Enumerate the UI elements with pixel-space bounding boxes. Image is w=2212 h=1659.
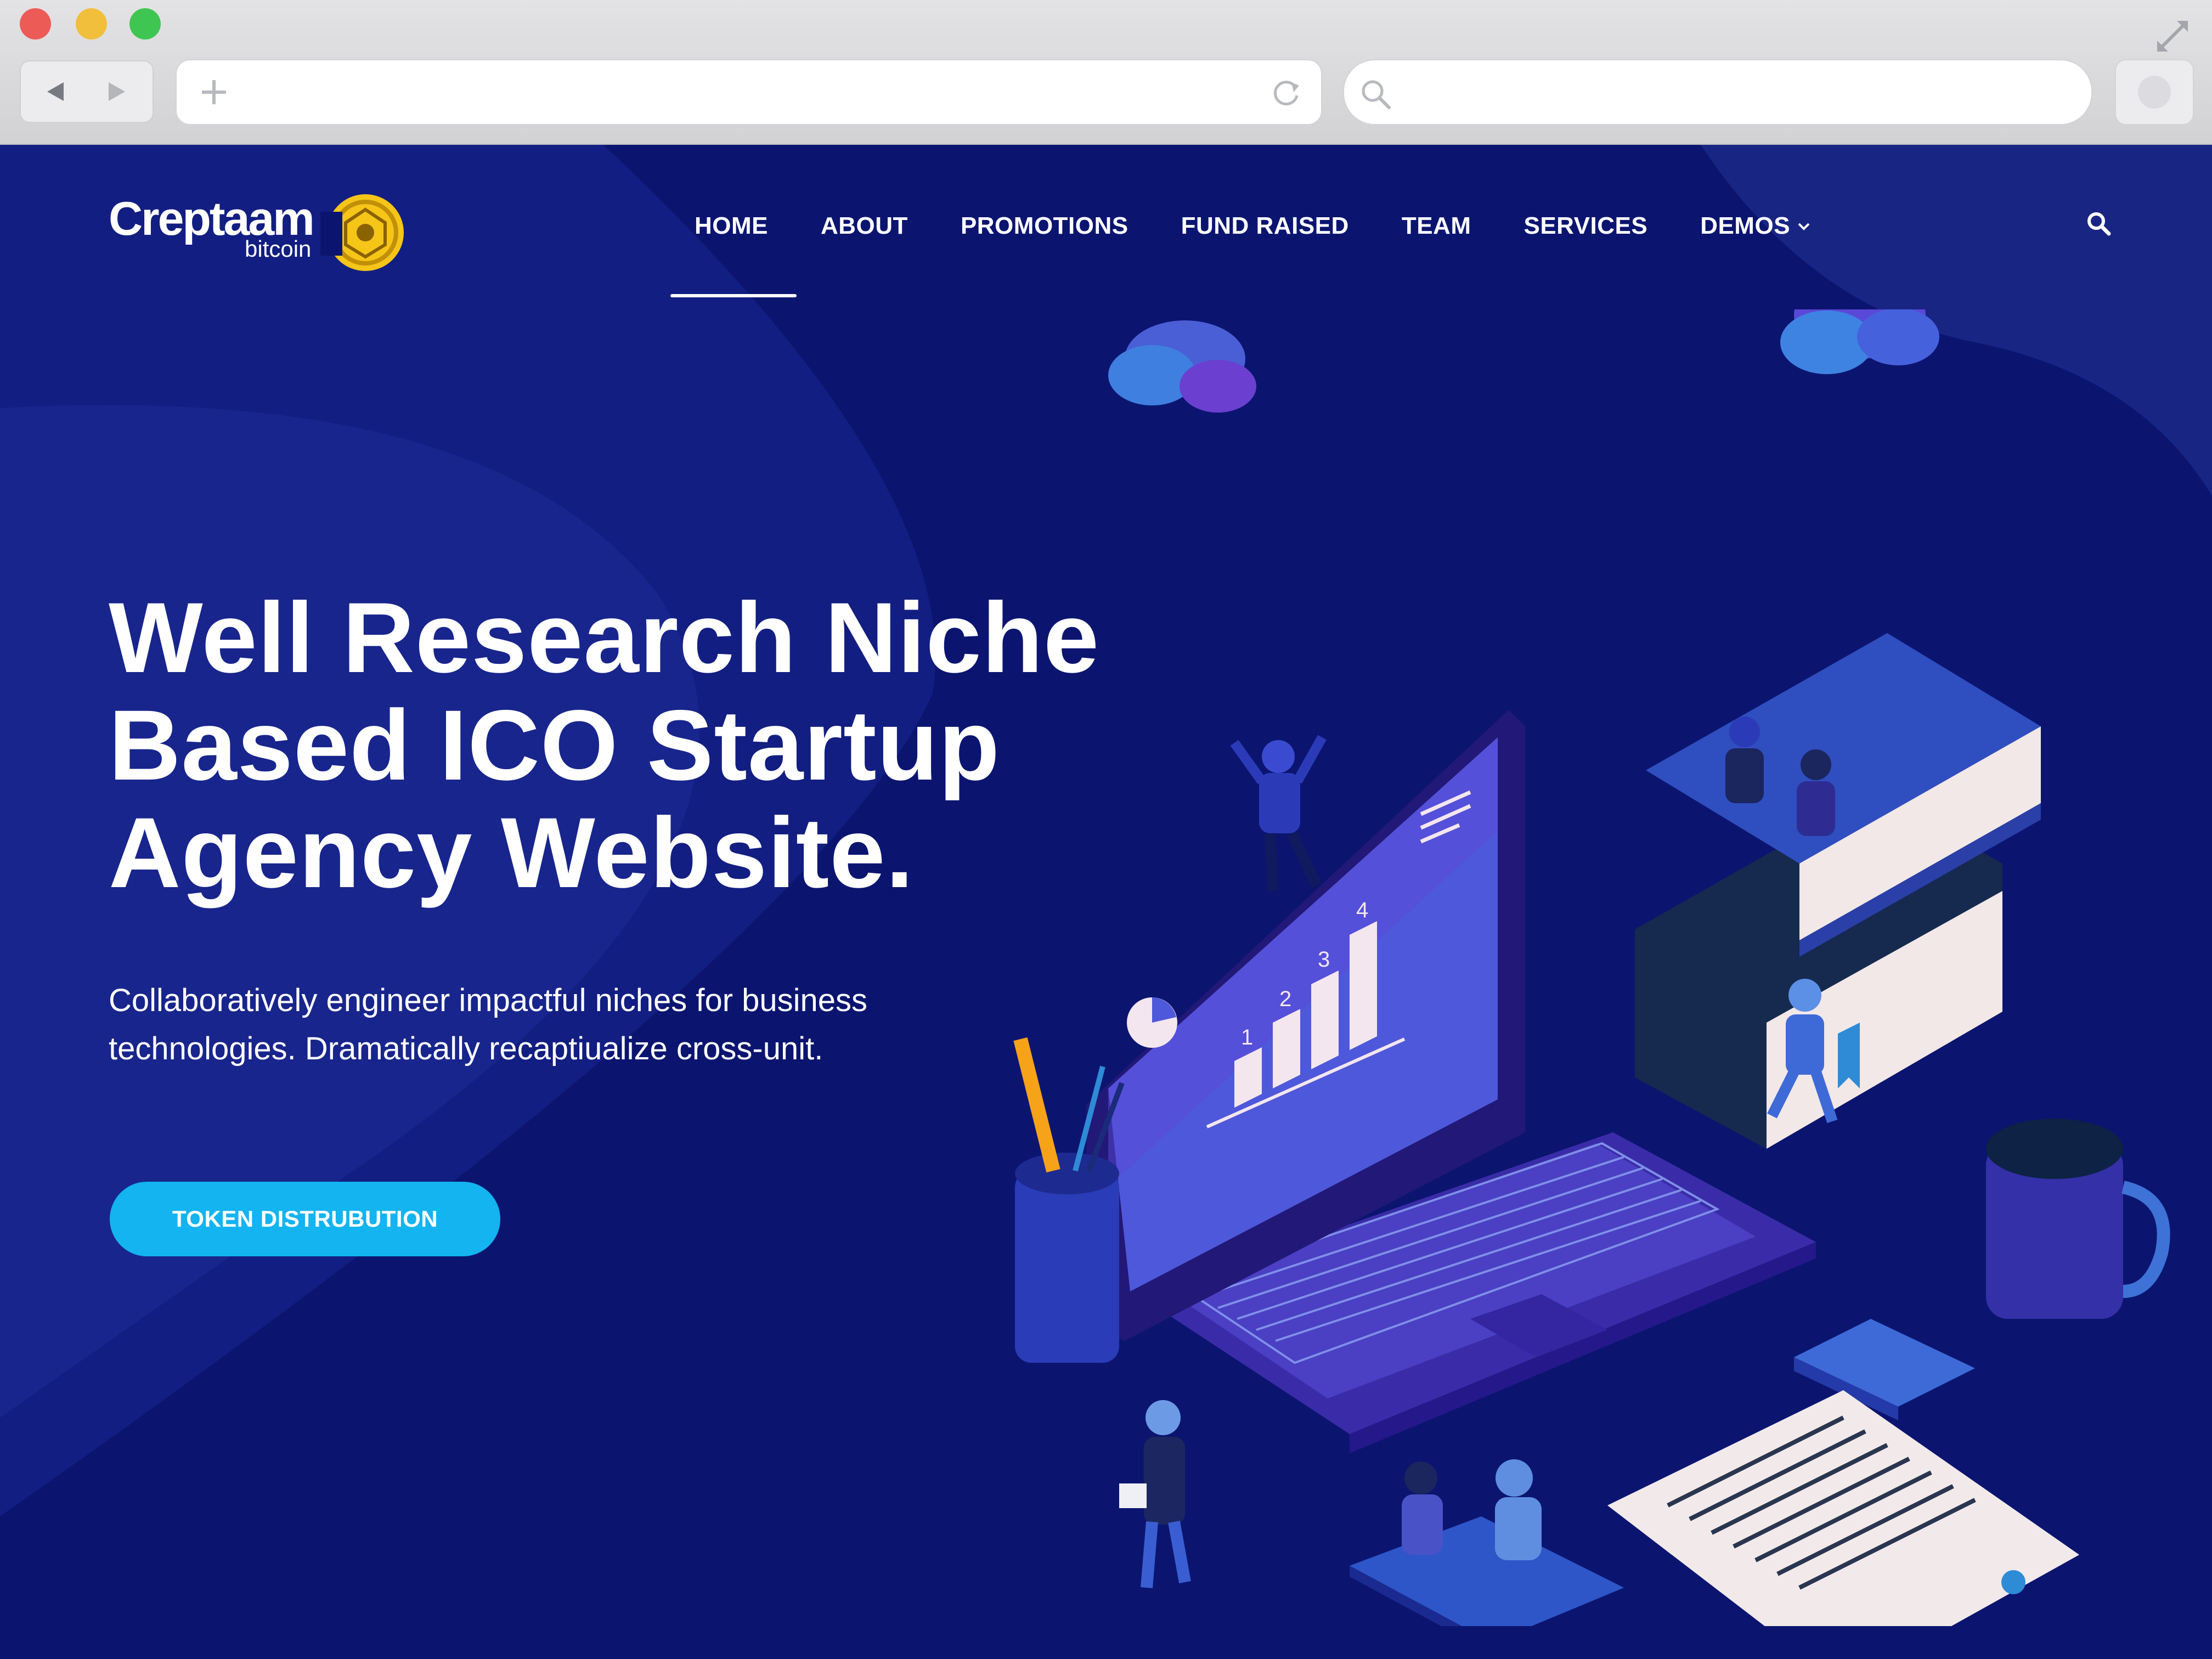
bitcoin-coin-icon xyxy=(320,194,404,271)
extension-icon xyxy=(2138,76,2171,109)
site-logo[interactable]: Creptaam bitcoin xyxy=(109,190,416,278)
browser-search-bar[interactable] xyxy=(1343,59,2092,125)
screen-bar-label: 2 xyxy=(1279,987,1291,1011)
nav-label-fund-raised: FUND RAISED xyxy=(1181,212,1349,239)
nav-label-demos: DEMOS xyxy=(1700,212,1791,239)
hero-description-line: technologies. Dramatically recaptiualize… xyxy=(109,1031,823,1066)
hero-description: Collaboratively engineer impactful niche… xyxy=(109,977,986,1073)
smartphone xyxy=(1350,1516,1624,1626)
forward-arrow-icon[interactable] xyxy=(87,61,153,122)
nav-item-fund-raised[interactable]: FUND RAISED xyxy=(1181,204,1349,248)
cloud-icon xyxy=(1780,309,1939,374)
nav-label-about: ABOUT xyxy=(821,212,908,239)
main-navigation: HOME ABOUT PROMOTIONS FUND RAISED TEAM S… xyxy=(695,204,1865,248)
person-figure xyxy=(1119,1400,1191,1588)
nav-label-home: HOME xyxy=(695,212,768,239)
minimize-window-button[interactable] xyxy=(76,8,107,40)
isometric-illustration: 1 2 3 4 xyxy=(1013,309,2170,1626)
back-arrow-icon[interactable] xyxy=(21,61,87,122)
plus-icon[interactable] xyxy=(199,77,229,108)
browser-chrome xyxy=(0,0,2212,145)
nav-item-demos[interactable]: DEMOS xyxy=(1700,204,1812,248)
paper-document xyxy=(1607,1390,2079,1626)
nav-item-home[interactable]: HOME xyxy=(695,204,768,248)
person-figure xyxy=(1725,716,1764,803)
close-window-button[interactable] xyxy=(20,8,51,40)
reload-icon[interactable] xyxy=(1271,77,1302,109)
nav-label-services: SERVICES xyxy=(1523,212,1648,239)
zoom-window-button[interactable] xyxy=(129,8,161,40)
history-navigation xyxy=(20,60,154,123)
notebook xyxy=(1794,1319,1975,1407)
logo-tagline: bitcoin xyxy=(245,236,312,262)
book-stack xyxy=(1635,633,2041,1149)
nav-item-about[interactable]: ABOUT xyxy=(821,204,908,248)
extension-button[interactable] xyxy=(2115,59,2194,125)
nav-label-promotions: PROMOTIONS xyxy=(960,212,1128,239)
search-icon[interactable] xyxy=(2085,210,2112,237)
screen-bar-label: 1 xyxy=(1241,1025,1253,1049)
person-figure xyxy=(1230,735,1327,891)
cloud-icon xyxy=(1108,320,1256,413)
nav-item-promotions[interactable]: PROMOTIONS xyxy=(961,204,1128,248)
search-icon xyxy=(1362,80,1391,109)
chevron-down-icon xyxy=(1798,223,1810,230)
person-figure xyxy=(1495,1459,1542,1560)
coffee-mug xyxy=(1986,1119,2170,1319)
screen-bar-label: 4 xyxy=(1356,898,1368,922)
active-nav-indicator xyxy=(670,294,797,297)
website-page: Creptaam bitcoin HOME ABOUT PROMOTIONS F… xyxy=(0,145,2212,1659)
person-figure xyxy=(1797,749,1835,836)
person-figure xyxy=(1402,1462,1443,1555)
screen-bar-label: 3 xyxy=(1318,947,1330,972)
token-distribution-button[interactable]: TOKEN DISTRUBUTION xyxy=(110,1182,500,1256)
nav-item-services[interactable]: SERVICES xyxy=(1523,204,1647,248)
hero-description-line: Collaboratively engineer impactful niche… xyxy=(109,983,868,1018)
address-bar[interactable] xyxy=(176,59,1322,125)
expand-icon[interactable] xyxy=(2153,16,2192,56)
nav-item-team[interactable]: TEAM xyxy=(1402,204,1471,248)
nav-label-team: TEAM xyxy=(1401,212,1471,239)
